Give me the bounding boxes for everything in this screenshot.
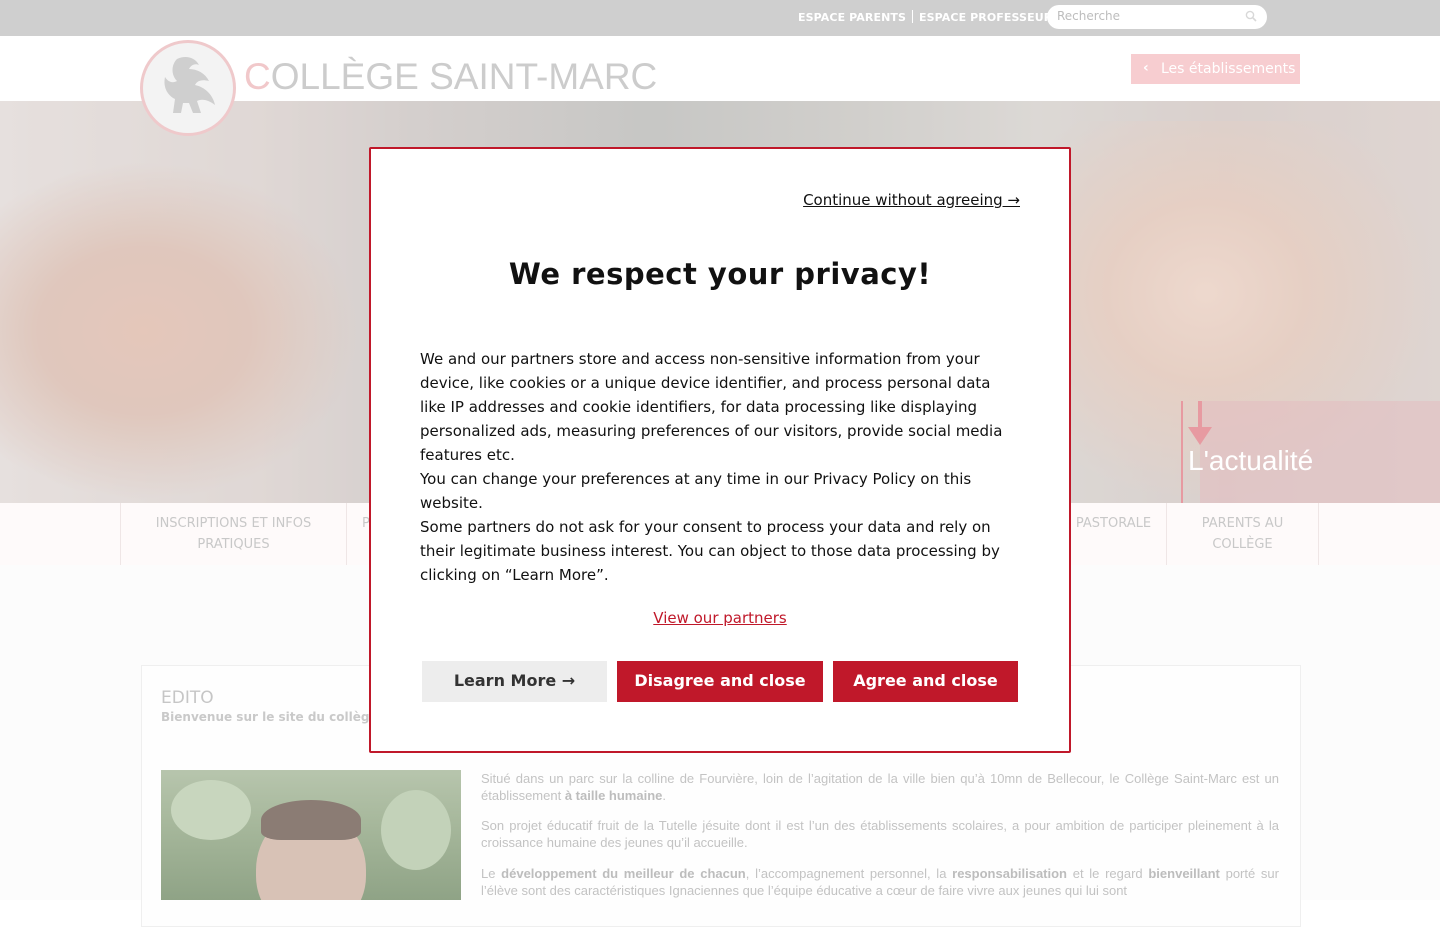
consent-paragraph: You can change your preferences at any t… <box>420 470 972 512</box>
text-run: . <box>662 788 666 803</box>
photo-foliage <box>171 780 251 840</box>
etablissements-button[interactable]: ‹ Les établissements <box>1131 54 1300 84</box>
consent-title: We respect your privacy! <box>508 257 932 291</box>
search-icon[interactable] <box>1245 10 1257 22</box>
nav-item-label: INSCRIPTIONS ET INFOS <box>155 516 312 531</box>
link-separator <box>912 10 913 23</box>
nav-item-parents[interactable]: PARENTS AU COLLÈGE <box>1166 503 1319 565</box>
consent-paragraph: Some partners do not ask for your consen… <box>420 518 1000 584</box>
director-photo <box>161 770 461 900</box>
consent-paragraph: We and our partners store and access non… <box>420 350 1003 464</box>
edito-paragraph-1: Situé dans un parc sur la colline de Fou… <box>481 770 1279 804</box>
top-utility-bar: ESPACE PARENTS ESPACE PROFESSEURS Recherc… <box>0 0 1440 36</box>
nav-item-label: PARENTS AU <box>1201 516 1284 531</box>
continue-without-agreeing-link[interactable]: Continue without agreeing → <box>803 191 1020 209</box>
search-input[interactable]: Recherche <box>1047 5 1267 29</box>
nav-item-pastorale[interactable]: PASTORALE <box>1060 503 1166 565</box>
college-logo[interactable] <box>140 40 236 136</box>
nav-item-inscriptions[interactable]: INSCRIPTIONS ET INFOS PRATIQUES <box>120 503 346 565</box>
site-title-rest: OLLÈGE SAINT-MARC <box>270 56 658 97</box>
consent-body: We and our partners store and access non… <box>420 347 1020 587</box>
site-title-initial: C <box>244 56 271 97</box>
site-title[interactable]: COLLÈGE SAINT-MARC <box>244 56 657 98</box>
nav-item-label: PRATIQUES <box>197 537 270 552</box>
actualite-link[interactable]: L'actualité <box>1188 445 1313 477</box>
consent-dialog: Continue without agreeing → We respect y… <box>369 147 1071 753</box>
espace-parents-link[interactable]: ESPACE PARENTS <box>798 11 906 24</box>
search-placeholder: Recherche <box>1057 9 1121 23</box>
edito-title: EDITO <box>161 688 214 708</box>
text-bold: responsabilisation <box>952 866 1068 881</box>
photo-hair <box>261 800 361 840</box>
text-run: Le <box>481 866 502 881</box>
edito-paragraph-2: Son projet éducatif fruit de la Tutelle … <box>481 818 1279 850</box>
edito-paragraph-3: Le développement du meilleur de chacun, … <box>481 865 1279 899</box>
text-bold: à taille humaine <box>564 788 663 803</box>
edito-subtitle: Bienvenue sur le site du collège <box>161 710 378 724</box>
disagree-and-close-button[interactable]: Disagree and close <box>617 661 823 702</box>
top-links: ESPACE PARENTS ESPACE PROFESSEURS <box>798 10 1060 24</box>
view-partners-link[interactable]: View our partners <box>371 609 1069 627</box>
griffin-icon <box>164 57 215 113</box>
text-run: et le regard <box>1067 866 1149 881</box>
text-run: , l’accompagnement personnel, la <box>745 866 953 881</box>
agree-and-close-button[interactable]: Agree and close <box>833 661 1018 702</box>
learn-more-button[interactable]: Learn More → <box>422 661 607 702</box>
page: ESPACE PARENTS ESPACE PROFESSEURS Recherc… <box>0 0 1440 927</box>
nav-item-label: COLLÈGE <box>1212 537 1273 552</box>
arrow-down-icon <box>1188 401 1212 445</box>
espace-professeurs-link[interactable]: ESPACE PROFESSEURS <box>919 11 1060 24</box>
etablissements-label: Les établissements <box>1161 61 1296 77</box>
text-bold: développement du meilleur de chacun <box>501 866 746 881</box>
text-bold: bienveillant <box>1148 866 1220 881</box>
photo-foliage <box>381 790 451 870</box>
chevron-left-icon: ‹ <box>1143 60 1149 76</box>
nav-item-label: PASTORALE <box>1075 516 1152 531</box>
actualite-line <box>1181 401 1183 503</box>
